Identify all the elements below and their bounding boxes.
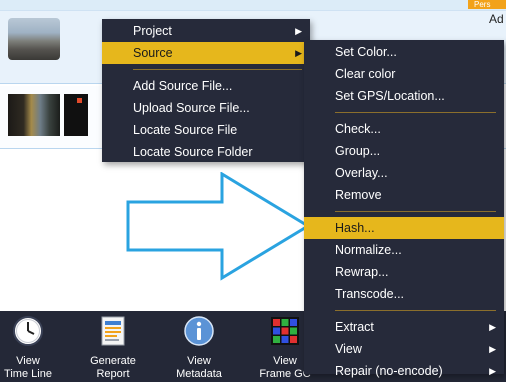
add-label[interactable]: Ad	[489, 12, 504, 26]
menu-item-label: Project	[133, 24, 172, 38]
menu-item-label: Upload Source File...	[133, 101, 250, 115]
menu-item-label: Overlay...	[335, 166, 388, 180]
menu-item-label: Transcode...	[335, 287, 405, 301]
tool-label-line2: Report	[96, 368, 130, 380]
menu-item-set-color[interactable]: Set Color...	[304, 41, 504, 63]
menu-item-source[interactable]: Source ▶	[102, 42, 310, 64]
clock-icon	[13, 316, 43, 346]
menu-item-remove[interactable]: Remove	[304, 184, 504, 206]
frame-grid-icon	[271, 317, 299, 345]
menu-item-extract[interactable]: Extract ▶	[304, 316, 504, 338]
context-menu: Project ▶ Source ▶ Add Source File... Up…	[102, 19, 310, 162]
tool-label-line2: Metadata	[176, 368, 222, 380]
menu-item-group[interactable]: Group...	[304, 140, 504, 162]
menu-item-overlay[interactable]: Overlay...	[304, 162, 504, 184]
menu-item-label: Locate Source File	[133, 123, 238, 137]
pers-tab[interactable]: Pers	[468, 0, 506, 9]
menu-item-view[interactable]: View ▶	[304, 338, 504, 360]
view-timeline-button[interactable]: View Time Line	[0, 315, 63, 381]
menu-item-label: Hash...	[335, 221, 375, 235]
view-metadata-button[interactable]: View Metadata	[164, 315, 234, 381]
menu-item-label: Clear color	[335, 67, 396, 81]
menu-item-rewrap[interactable]: Rewrap...	[304, 261, 504, 283]
menu-item-label: Extract	[335, 320, 374, 334]
menu-item-transcode[interactable]: Transcode...	[304, 283, 504, 305]
menu-item-hash[interactable]: Hash...	[304, 217, 504, 239]
menu-item-project[interactable]: Project ▶	[102, 20, 310, 42]
tool-label-line1: View	[187, 355, 211, 367]
menu-item-label: Normalize...	[335, 243, 402, 257]
video-thumbnail	[8, 18, 60, 60]
menu-item-repair-no-encode[interactable]: Repair (no-encode) ▶	[304, 360, 504, 382]
submenu-arrow-icon: ▶	[489, 366, 496, 376]
menu-item-locate-source-file[interactable]: Locate Source File	[102, 119, 310, 141]
menu-separator	[335, 112, 496, 113]
menu-separator	[335, 310, 496, 311]
top-strip	[0, 0, 506, 10]
menu-item-label: Set Color...	[335, 45, 397, 59]
tool-label-line2: Time Line	[4, 368, 52, 380]
submenu-arrow-icon: ▶	[295, 48, 302, 58]
menu-item-clear-color[interactable]: Clear color	[304, 63, 504, 85]
info-icon	[184, 316, 214, 346]
menu-item-set-gps-location[interactable]: Set GPS/Location...	[304, 85, 504, 107]
submenu-arrow-icon: ▶	[489, 344, 496, 354]
menu-item-label: Locate Source Folder	[133, 145, 253, 159]
menu-item-label: Source	[133, 46, 173, 60]
menu-item-add-source-file[interactable]: Add Source File...	[102, 75, 310, 97]
menu-separator	[335, 211, 496, 212]
report-icon	[101, 316, 125, 346]
menu-item-check[interactable]: Check...	[304, 118, 504, 140]
menu-item-label: Repair (no-encode)	[335, 364, 443, 378]
menu-item-label: Check...	[335, 122, 381, 136]
menu-item-label: Set GPS/Location...	[335, 89, 445, 103]
menu-item-label: Remove	[335, 188, 382, 202]
menu-item-locate-source-folder[interactable]: Locate Source Folder	[102, 141, 310, 163]
menu-item-label: Rewrap...	[335, 265, 389, 279]
tool-label-line1: Generate	[90, 355, 136, 367]
menu-item-normalize[interactable]: Normalize...	[304, 239, 504, 261]
source-submenu: Set Color... Clear color Set GPS/Locatio…	[304, 40, 504, 378]
annotation-arrow-icon	[126, 172, 311, 281]
tool-label-line1: View	[16, 355, 40, 367]
video-thumbnail	[64, 94, 88, 136]
menu-item-upload-source-file[interactable]: Upload Source File...	[102, 97, 310, 119]
submenu-arrow-icon: ▶	[489, 322, 496, 332]
menu-item-label: Add Source File...	[133, 79, 233, 93]
menu-separator	[133, 69, 302, 70]
menu-item-label: View	[335, 342, 362, 356]
video-thumbnail	[8, 94, 60, 136]
generate-report-button[interactable]: Generate Report	[78, 315, 148, 381]
submenu-arrow-icon: ▶	[295, 26, 302, 36]
menu-item-label: Group...	[335, 144, 381, 158]
